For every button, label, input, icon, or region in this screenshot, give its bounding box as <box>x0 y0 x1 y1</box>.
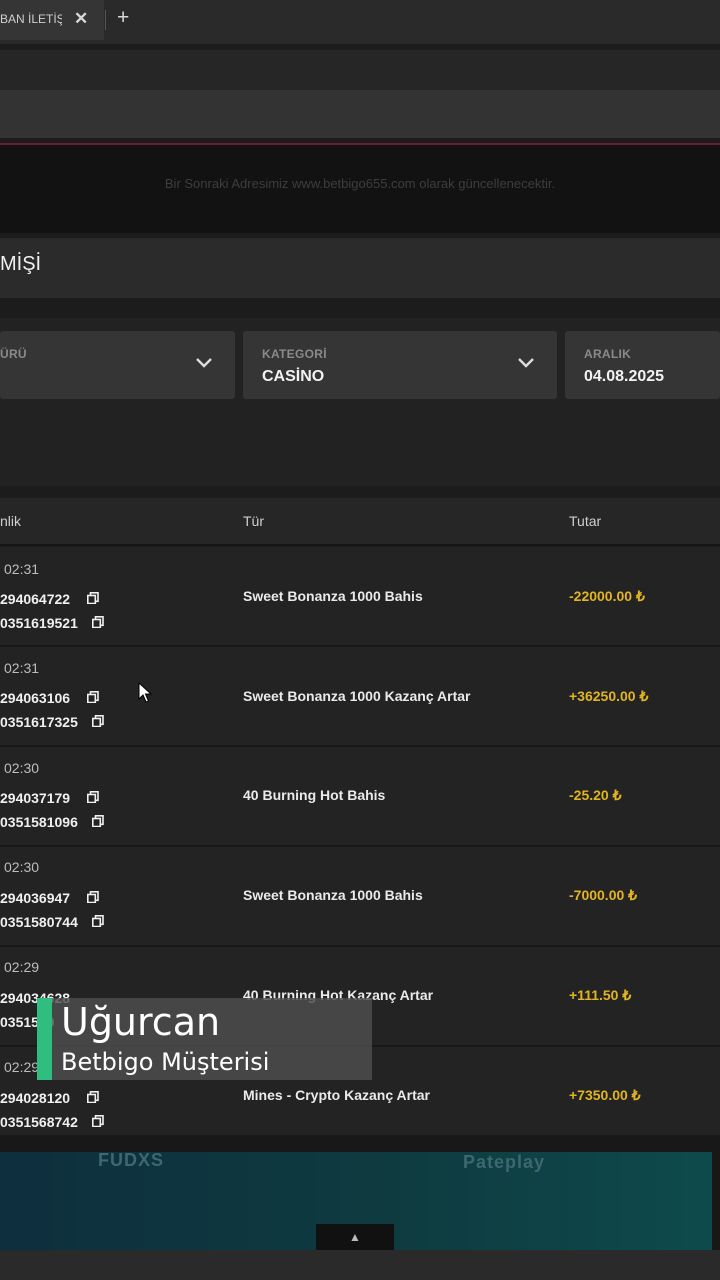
page-title: MİŞİ <box>0 253 42 275</box>
transaction-type: Sweet Bonanza 1000 Kazanç Artar <box>243 688 471 704</box>
date-range-label: ARALIK <box>584 347 632 361</box>
copy-icon[interactable] <box>87 1090 99 1108</box>
bottom-bar <box>0 1250 720 1280</box>
transaction-amount: -25.20 ₺ <box>569 787 622 803</box>
transaction-id: 294063106 <box>0 690 71 706</box>
transaction-amount: +111.50 ₺ <box>569 987 632 1003</box>
transaction-type: Sweet Bonanza 1000 Bahis <box>243 887 423 903</box>
provider-logo: Pateplay <box>463 1152 546 1172</box>
transaction-id: 294036947 <box>0 890 71 906</box>
date-range-field[interactable] <box>565 331 720 399</box>
transaction-id: 0351581096 <box>0 814 78 830</box>
caption-name: Uğurcan <box>61 1000 221 1044</box>
copy-icon[interactable] <box>87 690 99 708</box>
browser-tab-label: BAN İLETİŞ <box>0 12 62 26</box>
category-filter-select[interactable] <box>243 331 557 399</box>
copy-icon[interactable] <box>92 714 104 732</box>
row-time: 02:31 <box>4 561 40 577</box>
tab-divider <box>105 10 106 30</box>
transaction-amount: +7350.00 ₺ <box>569 1087 641 1103</box>
chevron-down-icon[interactable] <box>517 356 535 374</box>
column-header-amount: Tutar <box>569 513 602 529</box>
transaction-amount: +36250.00 ₺ <box>569 688 649 704</box>
row-time: 02:30 <box>4 859 40 875</box>
category-filter-value: CASİNO <box>262 368 325 385</box>
date-range-value: 04.08.2025 <box>584 368 665 385</box>
column-header-date: nlik <box>0 513 22 529</box>
site-header <box>0 90 720 138</box>
transaction-id: 294028120 <box>0 1090 71 1106</box>
scroll-to-top-button[interactable]: ▲ <box>316 1224 394 1250</box>
row-time: 02:29 <box>4 959 40 975</box>
column-header-type: Tür <box>243 513 264 529</box>
copy-icon[interactable] <box>87 890 99 908</box>
transaction-id: 0351617325 <box>0 714 78 730</box>
close-tab-icon[interactable]: ✕ <box>74 9 88 29</box>
new-tab-icon[interactable]: + <box>117 6 129 30</box>
copy-icon[interactable] <box>92 814 104 832</box>
transaction-amount: -22000.00 ₺ <box>569 588 645 604</box>
copy-icon[interactable] <box>92 1114 104 1132</box>
type-filter-label: ÜRÜ <box>0 347 27 361</box>
transaction-id: 0351568742 <box>0 1114 78 1130</box>
address-bar[interactable] <box>0 50 720 90</box>
copy-icon[interactable] <box>92 615 104 633</box>
transaction-id: 0351619521 <box>0 615 78 631</box>
provider-logo: FUDXS <box>98 1150 165 1170</box>
row-time: 02:30 <box>4 760 40 776</box>
copy-icon[interactable] <box>87 591 99 609</box>
transaction-type: Sweet Bonanza 1000 Bahis <box>243 588 423 604</box>
caption-accent-bar <box>37 998 52 1080</box>
browser-tab-bar <box>0 0 720 44</box>
row-time: 02:31 <box>4 660 40 676</box>
row-time: 02:29 <box>4 1059 40 1075</box>
caption-subtitle: Betbigo Müşterisi <box>61 1048 270 1076</box>
mouse-cursor-icon <box>138 681 153 709</box>
announcement-text: Bir Sonraki Adresimiz www.betbigo655.com… <box>164 176 556 191</box>
page-title-bar <box>0 238 720 298</box>
transaction-type: 40 Burning Hot Bahis <box>243 787 386 803</box>
transaction-type: Mines - Crypto Kazanç Artar <box>243 1087 430 1103</box>
transaction-amount: -7000.00 ₺ <box>569 887 638 903</box>
category-filter-label: KATEGORİ <box>262 347 327 361</box>
chevron-down-icon[interactable] <box>195 356 213 374</box>
transaction-id: 0351580744 <box>0 914 78 930</box>
transaction-id: 294064722 <box>0 591 71 607</box>
table-header <box>0 498 720 546</box>
copy-icon[interactable] <box>92 914 104 932</box>
transaction-id: 294037179 <box>0 790 71 806</box>
copy-icon[interactable] <box>87 790 99 808</box>
